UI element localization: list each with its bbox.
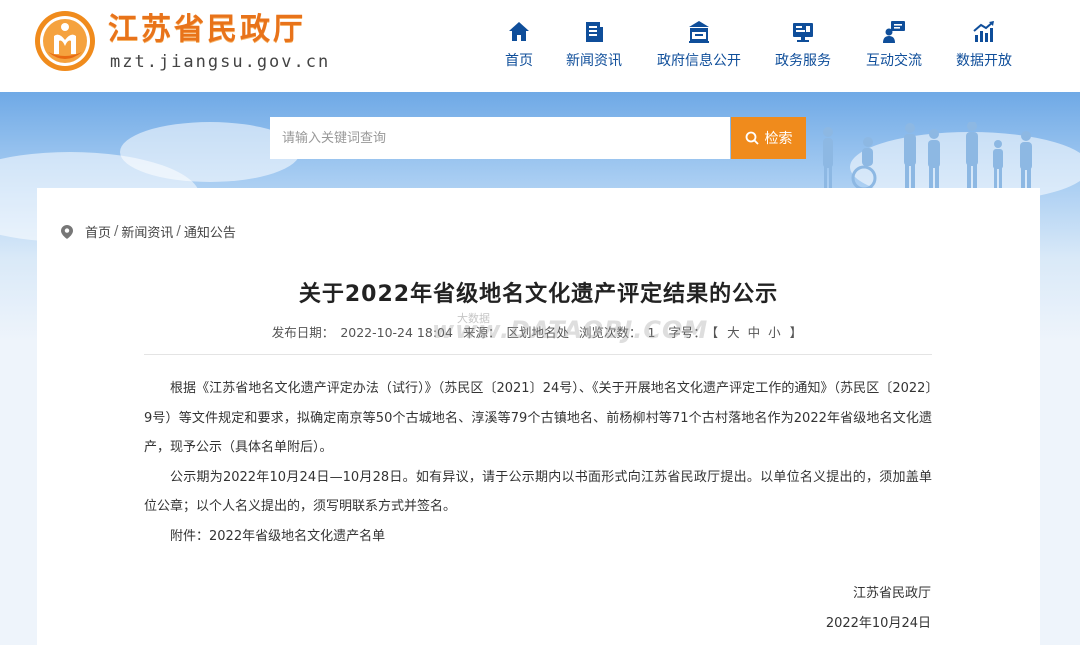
fontsize-bracket-open: 【 <box>711 325 719 340</box>
breadcrumb-separator: / <box>114 224 119 239</box>
nav-label: 首页 <box>505 53 533 69</box>
breadcrumb-home[interactable]: 首页 <box>85 222 111 241</box>
signature: 江苏省民政厅 2022年10月24日 <box>826 579 931 639</box>
font-size-medium[interactable]: 中 <box>748 325 761 340</box>
nav-label: 政务服务 <box>775 53 831 69</box>
site-header: 江苏省民政厅 mzt.jiangsu.gov.cn 首页 新闻资讯 政府信息公开… <box>0 0 1080 92</box>
chart-icon <box>973 21 994 42</box>
breadcrumb-separator: / <box>176 224 181 239</box>
main-nav: 首页 新闻资讯 政府信息公开 政务服务 互动交流 数据开放 <box>0 20 1080 80</box>
location-pin-icon <box>61 224 73 239</box>
nav-item-news[interactable]: 新闻资讯 <box>565 20 623 80</box>
fontsize-label: 字号： <box>668 325 706 340</box>
article-container: 首页 / 新闻资讯 / 通知公告 关于2022年省级地名文化遗产评定结果的公示 … <box>37 188 1040 645</box>
signature-date: 2022年10月24日 <box>825 616 931 631</box>
article-paragraph: 根据《江苏省地名文化遗产评定办法（试行）》（苏民区〔2021〕24号）、《关于开… <box>144 381 932 455</box>
breadcrumb-news[interactable]: 新闻资讯 <box>121 222 173 241</box>
publish-date: 2022-10-24 18:04 <box>340 325 453 340</box>
breadcrumb-notices[interactable]: 通知公告 <box>184 222 236 241</box>
monitor-icon <box>793 23 813 42</box>
building-icon <box>689 21 709 43</box>
views-label: 浏览次数： <box>578 325 642 340</box>
nav-item-services[interactable]: 政务服务 <box>774 20 832 80</box>
nav-label: 政府信息公开 <box>657 53 741 69</box>
search-icon <box>745 131 759 145</box>
nav-label: 新闻资讯 <box>566 53 622 69</box>
search-button[interactable]: 检索 <box>731 117 806 159</box>
signature-org: 江苏省民政厅 <box>852 586 931 601</box>
article-body: 根据《江苏省地名文化遗产评定办法（试行）》（苏民区〔2021〕24号）、《关于开… <box>144 374 932 551</box>
people-silhouette-icon <box>823 122 1032 191</box>
source-value: 区划地名处 <box>506 325 569 340</box>
interaction-icon <box>883 21 905 43</box>
attachment-link[interactable]: 附件：2022年省级地名文化遗产名单 <box>144 522 932 552</box>
nav-item-open-data[interactable]: 数据开放 <box>955 20 1013 80</box>
home-icon <box>509 22 529 41</box>
breadcrumb: 首页 / 新闻资讯 / 通知公告 <box>61 222 236 241</box>
date-label: 发布日期： <box>271 325 335 340</box>
page-title: 关于2022年省级地名文化遗产评定结果的公示 <box>298 282 779 307</box>
source-label: 来源： <box>462 325 501 340</box>
nav-item-interaction[interactable]: 互动交流 <box>865 20 923 80</box>
nav-item-gov-info[interactable]: 政府信息公开 <box>656 20 742 80</box>
fontsize-bracket-close: 】 <box>789 325 803 340</box>
article-meta: 发布日期： 2022-10-24 18:04 来源： 区划地名处 浏览次数： 1 字号… <box>37 322 1040 341</box>
news-icon <box>586 22 603 42</box>
article-paragraph: 公示期为2022年10月24日—10月28日。如有异议，请于公示期内以书面形式向… <box>144 469 932 515</box>
watermark-small: 大数据 <box>457 312 490 325</box>
divider <box>144 354 932 355</box>
nav-label: 数据开放 <box>956 53 1012 69</box>
font-size-control: 字号： 【 大 中 小 】 <box>665 325 805 340</box>
nav-label: 互动交流 <box>866 53 922 69</box>
font-size-large[interactable]: 大 <box>727 325 740 340</box>
search-input[interactable] <box>270 117 730 159</box>
search-button-label: 检索 <box>764 131 793 147</box>
nav-item-home[interactable]: 首页 <box>503 20 535 80</box>
font-size-small[interactable]: 小 <box>768 325 781 340</box>
views-count: 1 <box>647 325 656 340</box>
